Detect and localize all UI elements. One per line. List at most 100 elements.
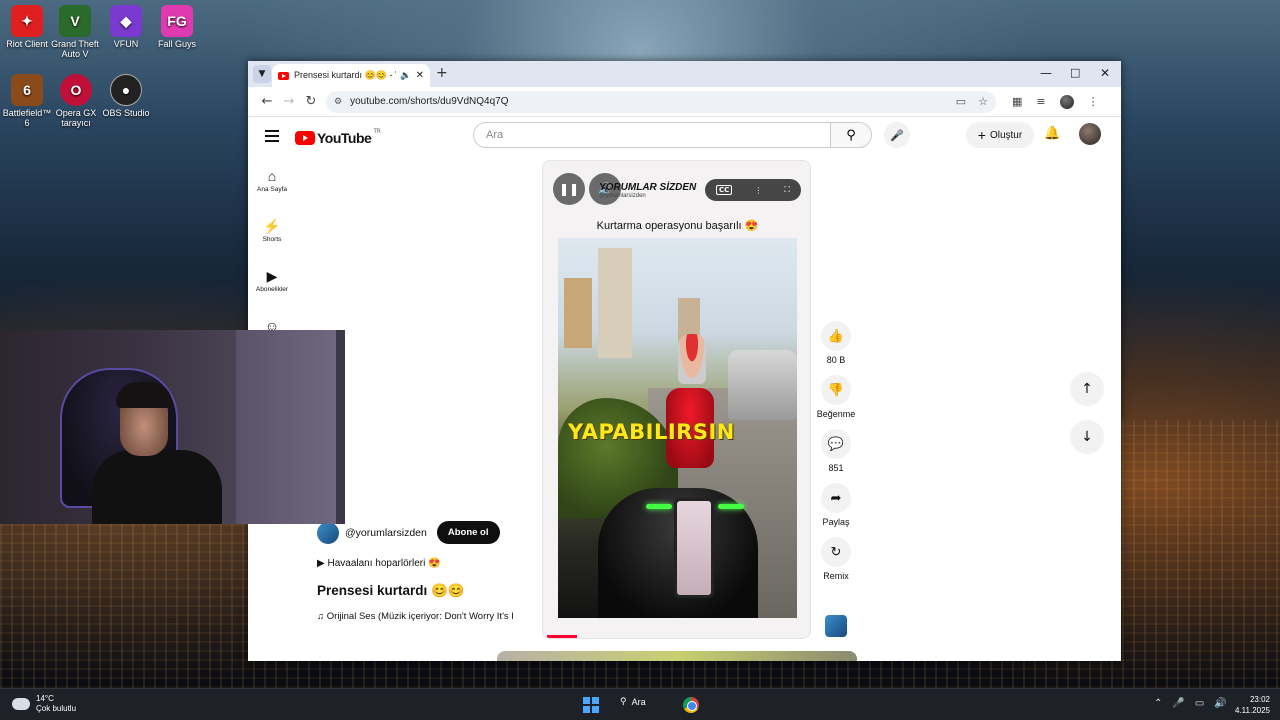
- hamburger-menu-icon[interactable]: [265, 130, 279, 145]
- fullscreen-icon[interactable]: ⛶: [784, 185, 790, 195]
- desktop-icon-gta-v[interactable]: V Grand Theft Auto V: [48, 5, 102, 59]
- start-button[interactable]: [583, 697, 599, 713]
- youtube-favicon-icon: [278, 71, 289, 80]
- display-icon[interactable]: ▭: [1195, 698, 1204, 709]
- close-window-button[interactable]: ✕: [1100, 66, 1110, 80]
- shorts-action-rail: 👍 80 B 👎 Beğenme 💬 851 ➦ Paylaş ↻ Remix: [816, 321, 856, 591]
- building: [598, 248, 632, 358]
- channel-avatar[interactable]: [317, 521, 339, 544]
- minimize-button[interactable]: —: [1040, 66, 1052, 80]
- desktop-icon-obs-studio[interactable]: ● OBS Studio: [99, 74, 153, 118]
- nav-label: Shorts: [262, 236, 282, 243]
- tab-strip: ▼ Prensesi kurtardı 😊😊 - YouTube 🔈 ✕ + —…: [248, 61, 1121, 87]
- nav-item-home[interactable]: ⌂ Ana Sayfa: [248, 161, 296, 211]
- account-avatar[interactable]: [1079, 123, 1101, 145]
- youtube-logo[interactable]: YouTube TR: [295, 129, 381, 146]
- forward-button[interactable]: →: [278, 94, 300, 109]
- music-attribution[interactable]: ♫ Orijinal Ses (Müzik içeriyor: Don't Wo…: [317, 611, 539, 622]
- microphone-icon[interactable]: 🎤: [1172, 698, 1184, 709]
- next-short-button[interactable]: ↓: [1070, 420, 1104, 454]
- cloud-icon: [12, 698, 30, 710]
- pause-button[interactable]: ❚❚: [553, 173, 585, 205]
- subscribe-button[interactable]: Abone ol: [436, 521, 500, 544]
- dislike-button[interactable]: 👎 Beğenme: [816, 375, 856, 419]
- share-button[interactable]: ➦ Paylaş: [816, 483, 856, 527]
- speaker-icon[interactable]: 🔈: [400, 70, 411, 81]
- clock[interactable]: 23:02 4.11.2025: [1234, 694, 1270, 716]
- reload-button[interactable]: ↻: [300, 94, 322, 109]
- tab-active[interactable]: Prensesi kurtardı 😊😊 - YouTube 🔈 ✕: [272, 64, 430, 87]
- desktop-icon-label: Riot Client: [6, 39, 48, 49]
- nav-item-subscriptions[interactable]: ▶ Abonelikler: [248, 261, 296, 311]
- linked-video-line[interactable]: ▶ Havaalanı hoparlörleri 😍: [317, 558, 547, 569]
- site-info-icon[interactable]: ⚙: [334, 96, 342, 107]
- shorts-player[interactable]: ❚❚ 🔊 YORUMLAR SİZDEN @yorumlarsizden CC …: [542, 160, 811, 639]
- like-button[interactable]: 👍 80 B: [816, 321, 856, 365]
- desktop-icon-vfun[interactable]: ◆ VFUN: [99, 5, 153, 49]
- microphone-icon: 🎤: [890, 128, 904, 142]
- desktop-icon-fall-guys[interactable]: FG Fall Guys: [150, 5, 204, 49]
- dash-light: [718, 504, 744, 509]
- nav-item-shorts[interactable]: ⚡ Shorts: [248, 211, 296, 261]
- create-button[interactable]: + Oluştur: [966, 122, 1034, 148]
- menu-kebab-icon[interactable]: ⋮: [1088, 95, 1099, 108]
- comments-button[interactable]: 💬 851: [816, 429, 856, 473]
- taskbar: 14°C Çok bulutlu ⚲ Ara ⌃ 🎤 ▭ 🔊 23:02 4.1…: [0, 688, 1280, 720]
- remix-icon: ↻: [821, 537, 851, 567]
- video-caption: Kurtarma operasyonu başarılı 😍: [596, 220, 759, 232]
- sound-source-avatar[interactable]: [825, 615, 847, 637]
- more-options-icon[interactable]: ⋮: [754, 186, 762, 195]
- captions-button[interactable]: CC: [716, 185, 733, 195]
- youtube-logo-text: YouTube: [317, 130, 372, 146]
- comment-count: 851: [828, 463, 844, 473]
- arrow-up-icon: ↑: [1081, 381, 1093, 397]
- playback-progress[interactable]: [547, 635, 577, 638]
- desktop-icon-opera-gx[interactable]: O Opera GX tarayıcı: [49, 74, 103, 128]
- search-input[interactable]: Ara: [473, 122, 831, 148]
- share-label: Paylaş: [822, 517, 850, 527]
- desktop-icon-label: Opera GX tarayıcı: [55, 108, 97, 128]
- short-metadata: @yorumlarsizden Abone ol ▶ Havaalanı hop…: [317, 521, 547, 622]
- browser-window: ▼ Prensesi kurtardı 😊😊 - YouTube 🔈 ✕ + —…: [248, 61, 1121, 661]
- new-tab-button[interactable]: +: [436, 65, 448, 81]
- tab-close-icon[interactable]: ✕: [416, 70, 424, 81]
- phone-mount: [674, 498, 714, 598]
- taskbar-search[interactable]: ⚲ Ara: [620, 696, 646, 707]
- previous-short-button[interactable]: ↑: [1070, 372, 1104, 406]
- chevron-up-icon[interactable]: ⌃: [1154, 698, 1162, 709]
- url-input[interactable]: ⚙ youtube.com/shorts/du9VdNQ4q7Q ▭ ☆: [326, 90, 996, 113]
- chrome-icon[interactable]: [683, 697, 699, 713]
- extensions-icon[interactable]: ▦: [1012, 95, 1022, 108]
- player-options-pill: CC ⋮ ⛶: [705, 179, 801, 201]
- desktop-icon-label: OBS Studio: [102, 108, 150, 118]
- date: 4.11.2025: [1235, 706, 1270, 715]
- streamer-hair: [116, 382, 172, 408]
- opera-gx-icon: O: [60, 74, 92, 106]
- streamer-torso: [92, 450, 222, 524]
- speaker-icon[interactable]: 🔊: [1214, 698, 1226, 709]
- video-overlay-text: YAPABILIRSIN: [568, 420, 735, 444]
- riot-client-icon: ✦: [11, 5, 43, 37]
- desktop-icon-battlefield[interactable]: 6 Battlefield™ 6: [0, 74, 54, 128]
- install-app-icon[interactable]: ▭: [956, 95, 966, 108]
- channel-handle[interactable]: @yorumlarsizden: [345, 527, 427, 539]
- maximize-button[interactable]: □: [1070, 66, 1080, 79]
- video-channel-watermark: YORUMLAR SİZDEN @yorumlarsizden: [599, 182, 696, 199]
- media-controls-icon[interactable]: ≡: [1036, 95, 1045, 108]
- bookmark-star-icon[interactable]: ☆: [978, 95, 988, 108]
- taskbar-search-label: Ara: [631, 696, 646, 707]
- tab-search-button[interactable]: ▼: [253, 65, 271, 83]
- weather-widget[interactable]: 14°C Çok bulutlu: [12, 694, 76, 714]
- desktop-icon-riot-client[interactable]: ✦ Riot Client: [0, 5, 54, 49]
- back-button[interactable]: ←: [256, 94, 278, 109]
- search-button[interactable]: ⚲: [830, 122, 872, 148]
- remix-button[interactable]: ↻ Remix: [816, 537, 856, 581]
- profile-avatar[interactable]: [1059, 94, 1074, 109]
- vfun-icon: ◆: [110, 5, 142, 37]
- notifications-bell-icon[interactable]: 🔔: [1044, 126, 1060, 141]
- address-bar-row: ← → ↻ ⚙ youtube.com/shorts/du9VdNQ4q7Q ▭…: [248, 87, 1121, 117]
- create-label: Oluştur: [989, 129, 1023, 141]
- time: 23:02: [1249, 695, 1270, 704]
- voice-search-button[interactable]: 🎤: [884, 122, 910, 148]
- arrow-down-icon: ↓: [1081, 429, 1093, 445]
